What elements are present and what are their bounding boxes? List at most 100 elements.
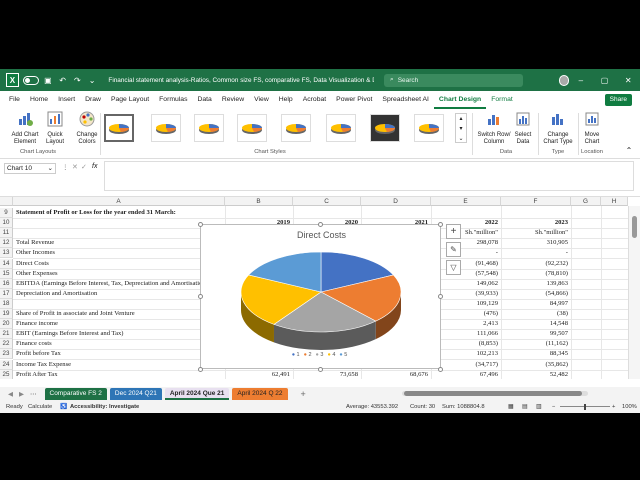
sheet-tab-2[interactable]: Dec 2024 Q21	[109, 388, 162, 400]
cell-f17[interactable]: (54,866)	[502, 289, 570, 299]
row-header[interactable]: 16	[0, 278, 13, 289]
chart-legend[interactable]: ● 1 ● 2 ● 3 ● 4 ● 5	[201, 352, 442, 358]
add-sheet-icon[interactable]: +	[301, 389, 306, 399]
row-header[interactable]: 18	[0, 298, 13, 309]
tab-file[interactable]: File	[4, 91, 25, 109]
cell-f18[interactable]: 84,997	[502, 299, 570, 309]
cell-a22[interactable]: Finance costs	[14, 339, 224, 349]
column-header-b[interactable]: B	[225, 197, 293, 206]
cell-a23[interactable]: Profit before Tax	[14, 349, 224, 359]
cell-a21[interactable]: EBIT (Earnings Before Interest and Tax)	[14, 329, 224, 339]
legend-item-3[interactable]: ● 3	[316, 352, 324, 358]
autosave-toggle[interactable]	[22, 75, 40, 85]
previous-sheet-icon[interactable]: ◀	[8, 390, 13, 398]
tab-spreadsheet-ai[interactable]: Spreadsheet AI	[377, 91, 433, 109]
pie-plot-area[interactable]	[201, 225, 442, 370]
cell-d25[interactable]: 68,676	[362, 370, 430, 379]
zoom-out-icon[interactable]: −	[552, 401, 555, 413]
row-header[interactable]: 21	[0, 329, 13, 340]
row-header[interactable]: 19	[0, 309, 13, 319]
minimize-icon[interactable]: –	[569, 76, 593, 85]
chart-filters-button[interactable]: ▽	[446, 260, 461, 275]
cell-c25[interactable]: 73,658	[294, 370, 360, 379]
resize-handle[interactable]	[438, 294, 443, 299]
column-header-a[interactable]: A	[13, 197, 225, 206]
column-header-h[interactable]: H	[601, 197, 628, 206]
row-header[interactable]: 20	[0, 319, 13, 330]
resize-handle[interactable]	[198, 222, 203, 227]
cell-f20[interactable]: 14,548	[502, 319, 570, 329]
cell-e9[interactable]	[432, 208, 500, 218]
cancel-icon[interactable]: ✕	[72, 163, 78, 171]
vertical-scrollbar[interactable]	[628, 206, 640, 379]
resize-handle[interactable]	[198, 294, 203, 299]
column-header-e[interactable]: E	[431, 197, 501, 206]
cell-c9[interactable]	[294, 208, 360, 218]
tab-home[interactable]: Home	[25, 91, 53, 109]
cell-a15[interactable]: Other Expenses	[14, 269, 224, 279]
cell-a14[interactable]: Direct Costs	[14, 259, 224, 269]
tab-draw[interactable]: Draw	[80, 91, 106, 109]
select-data-button[interactable]: Select Data	[512, 111, 534, 146]
pie-chart[interactable]: Direct Costs ● 1 ● 2 ● 3 ● 4 ● 5	[200, 224, 441, 369]
cell-a19[interactable]: Share of Profit in associate and Joint V…	[14, 309, 224, 319]
cell-a24[interactable]: Income Tax Expense	[14, 360, 224, 370]
tab-review[interactable]: Review	[217, 91, 249, 109]
chart-style-3[interactable]	[194, 114, 224, 142]
zoom-slider-thumb[interactable]	[584, 404, 586, 410]
tab-help[interactable]: Help	[274, 91, 298, 109]
tab-view[interactable]: View	[249, 91, 274, 109]
row-header[interactable]: 15	[0, 268, 13, 279]
sheet-tab-1[interactable]: Comparative FS 2	[44, 388, 107, 400]
legend-item-2[interactable]: ● 2	[304, 352, 312, 358]
row-header[interactable]: 24	[0, 359, 13, 370]
maximize-icon[interactable]: ▢	[593, 76, 617, 85]
calculate-button[interactable]: Calculate	[28, 401, 52, 413]
cell-f9[interactable]	[502, 208, 570, 218]
cell-f16[interactable]: 139,863	[502, 279, 570, 289]
gallery-more-button[interactable]: ▴ ▾ ⌄	[455, 113, 467, 143]
row-header[interactable]: 17	[0, 288, 13, 299]
close-icon[interactable]: ✕	[616, 76, 640, 85]
cell-b9[interactable]	[226, 208, 292, 218]
save-icon[interactable]: ▣	[41, 73, 54, 87]
chart-style-6[interactable]	[326, 114, 356, 142]
cell-a12[interactable]: Total Revenue	[14, 238, 224, 248]
resize-handle[interactable]	[438, 367, 443, 372]
chart-style-8[interactable]	[414, 114, 444, 142]
collapse-ribbon-icon[interactable]: ⌃	[624, 147, 634, 155]
change-chart-type-button[interactable]: Change Chart Type	[540, 111, 576, 146]
cell-e18[interactable]: 109,129	[432, 299, 500, 309]
tab-chart-design[interactable]: Chart Design	[433, 91, 487, 109]
share-button[interactable]: Share	[604, 94, 632, 106]
normal-view-icon[interactable]: ▦	[508, 401, 513, 413]
page-break-view-icon[interactable]: ▥	[536, 401, 541, 413]
scroll-thumb[interactable]	[632, 216, 637, 238]
chart-elements-button[interactable]: +	[446, 224, 461, 239]
cell-e11[interactable]: Sh."million"	[432, 228, 500, 238]
cell-a17[interactable]: Depreciation and Amortisation	[14, 289, 224, 299]
row-header[interactable]: 12	[0, 238, 13, 249]
customize-qat-icon[interactable]: ⌄	[86, 73, 99, 87]
column-header-c[interactable]: C	[293, 197, 361, 206]
formula-input[interactable]	[104, 161, 634, 191]
tab-insert[interactable]: Insert	[53, 91, 80, 109]
zoom-level[interactable]: 100%	[622, 401, 637, 413]
cell-a13[interactable]: Other Incomes	[14, 248, 224, 258]
cell-e22[interactable]: (8,853)	[432, 339, 500, 349]
resize-handle[interactable]	[318, 222, 323, 227]
cell-f19[interactable]: (38)	[502, 309, 570, 319]
row-header[interactable]: 10	[0, 218, 13, 229]
page-layout-view-icon[interactable]: ▤	[522, 401, 527, 413]
chart-style-1[interactable]	[104, 114, 134, 142]
cell-b25[interactable]: 62,491	[226, 370, 292, 379]
quick-layout-button[interactable]: Quick Layout	[42, 111, 68, 146]
resize-handle[interactable]	[438, 222, 443, 227]
switch-row-column-button[interactable]: Switch Row/ Column	[476, 111, 512, 146]
resize-handle[interactable]	[318, 367, 323, 372]
cell-f24[interactable]: (35,862)	[502, 360, 570, 370]
search-input[interactable]: ⌕ Search	[384, 73, 523, 87]
more-sheets-icon[interactable]: ⋯	[30, 390, 37, 398]
tab-data[interactable]: Data	[192, 91, 216, 109]
cell-e12[interactable]: 298,078	[432, 238, 500, 248]
